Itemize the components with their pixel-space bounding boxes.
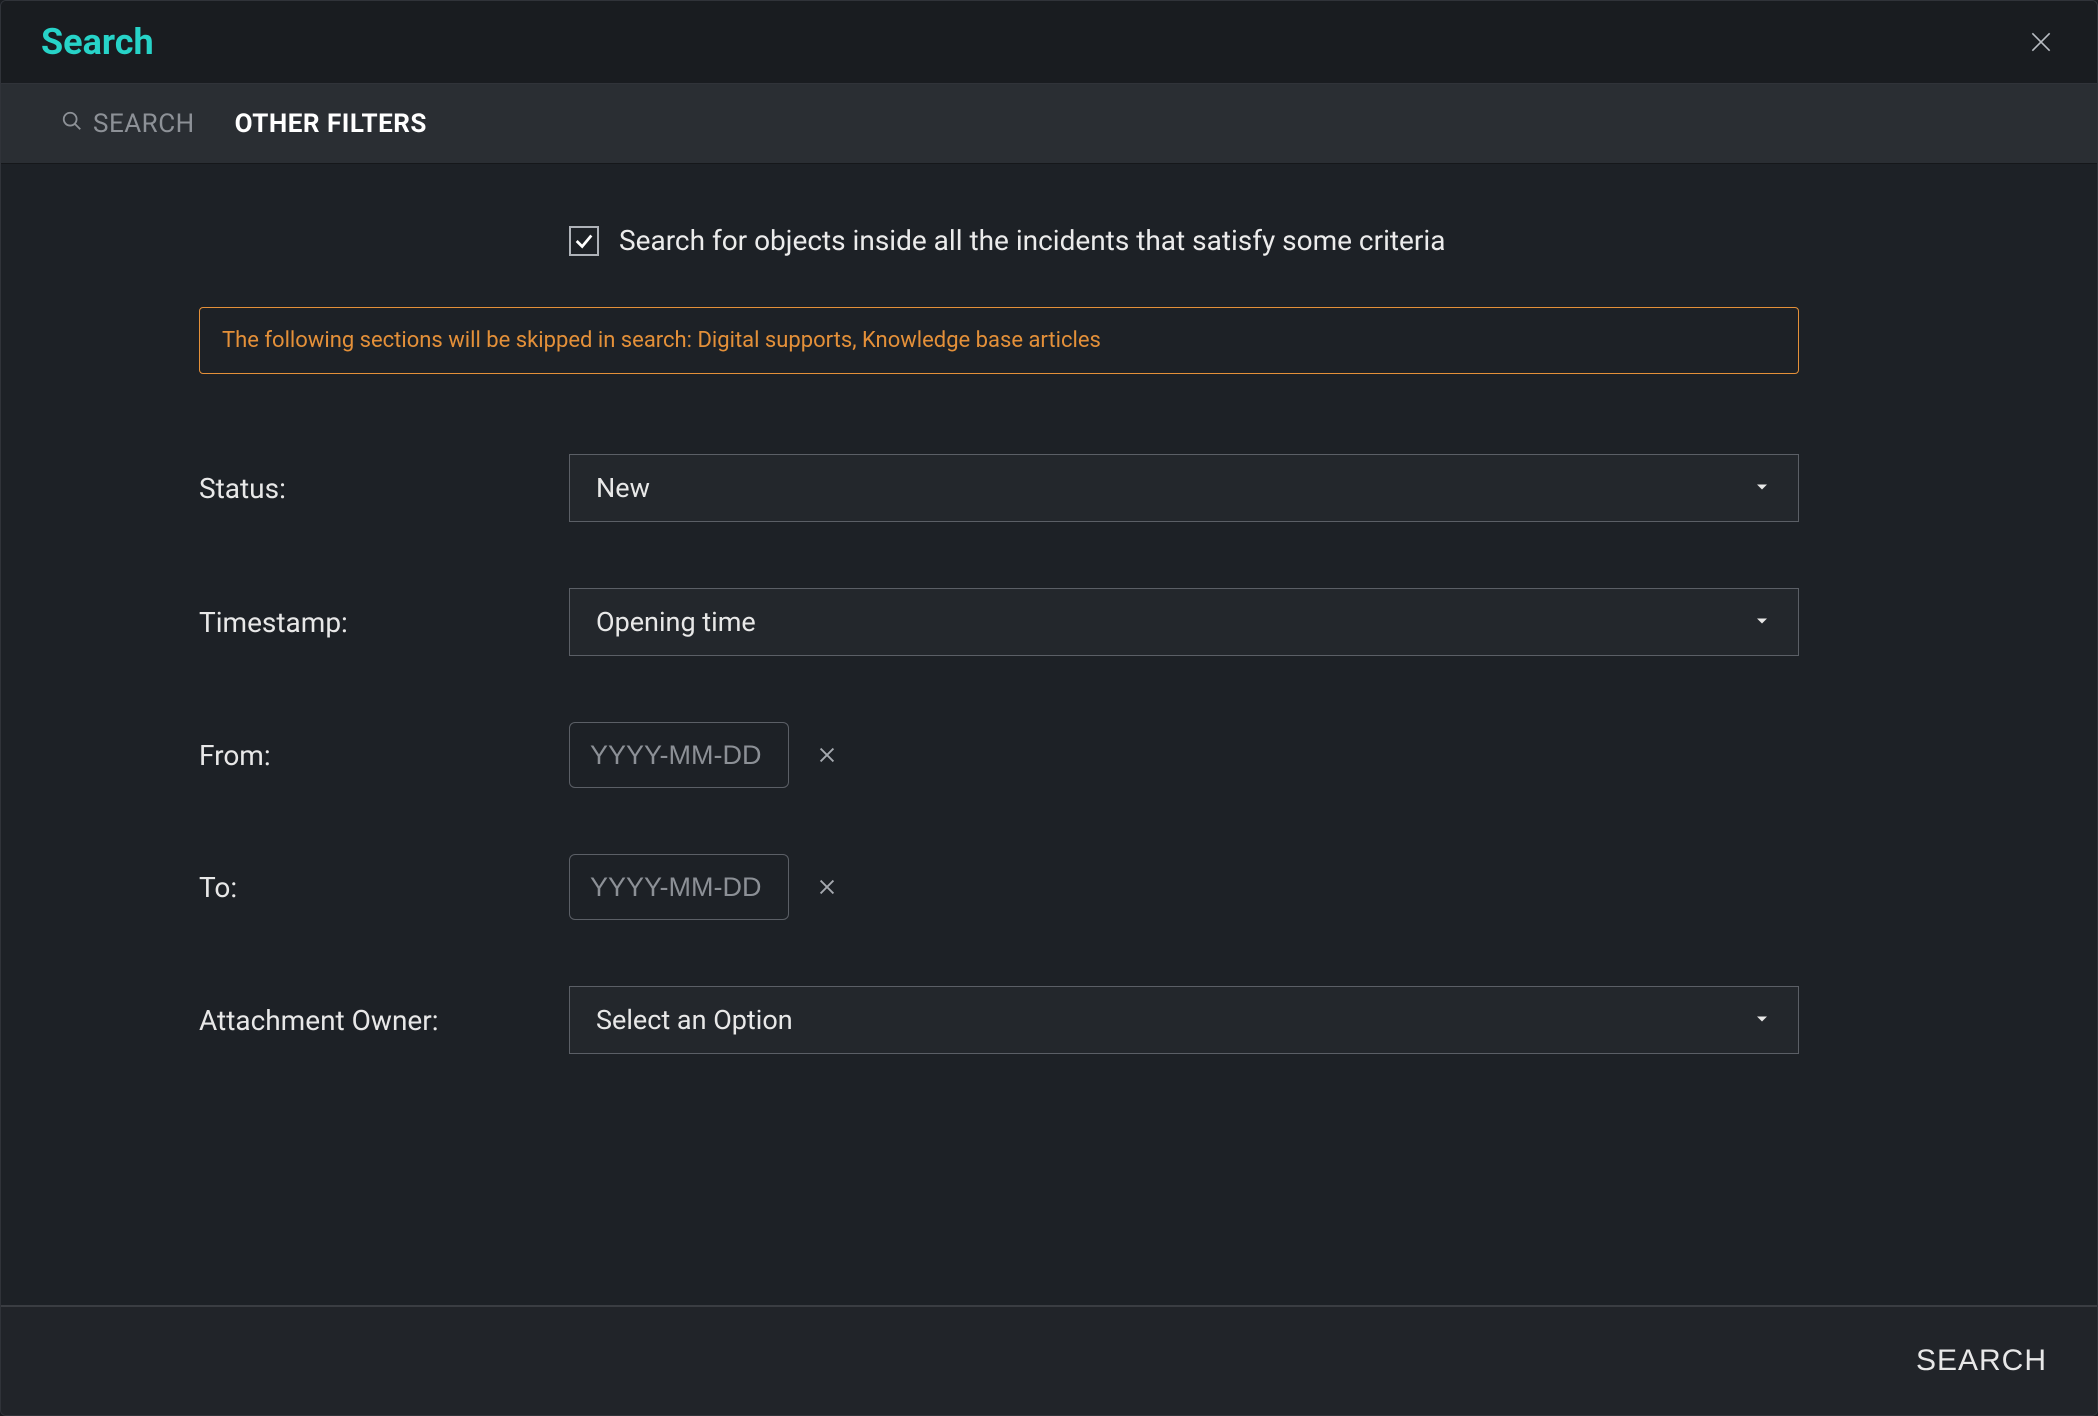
status-row: Status: New bbox=[199, 454, 1899, 522]
tab-search[interactable]: SEARCH bbox=[61, 109, 195, 139]
timestamp-label: Timestamp: bbox=[199, 606, 569, 639]
close-icon bbox=[816, 744, 838, 766]
chevron-down-icon bbox=[1752, 472, 1772, 504]
search-inside-incidents-checkbox[interactable] bbox=[569, 226, 599, 256]
dialog-content: Search for objects inside all the incide… bbox=[1, 164, 2097, 1305]
timestamp-select[interactable]: Opening time bbox=[569, 588, 1799, 656]
close-icon bbox=[816, 876, 838, 898]
from-label: From: bbox=[199, 739, 569, 772]
search-icon bbox=[61, 109, 83, 139]
search-inside-incidents-label: Search for objects inside all the incide… bbox=[619, 224, 1445, 257]
to-row: To: bbox=[199, 854, 1899, 920]
tab-search-label: SEARCH bbox=[93, 109, 195, 139]
tab-other-filters[interactable]: OTHER FILTERS bbox=[235, 109, 427, 139]
to-date-input[interactable] bbox=[569, 854, 789, 920]
to-clear-button[interactable] bbox=[815, 875, 839, 899]
timestamp-row: Timestamp: Opening time bbox=[199, 588, 1899, 656]
attachment-owner-select[interactable]: Select an Option bbox=[569, 986, 1799, 1054]
search-inside-incidents-row: Search for objects inside all the incide… bbox=[569, 224, 1899, 257]
chevron-down-icon bbox=[1752, 1004, 1772, 1036]
attachment-owner-label: Attachment Owner: bbox=[199, 1004, 569, 1037]
dialog-header: Search bbox=[1, 1, 2097, 84]
chevron-down-icon bbox=[1752, 606, 1772, 638]
attachment-owner-value: Select an Option bbox=[596, 1004, 793, 1036]
attachment-owner-row: Attachment Owner: Select an Option bbox=[199, 986, 1899, 1054]
dialog-footer: SEARCH bbox=[1, 1305, 2097, 1415]
from-clear-button[interactable] bbox=[815, 743, 839, 767]
status-select[interactable]: New bbox=[569, 454, 1799, 522]
to-label: To: bbox=[199, 871, 569, 904]
search-button[interactable]: SEARCH bbox=[1916, 1344, 2047, 1378]
checkmark-icon bbox=[573, 230, 595, 252]
status-value: New bbox=[596, 472, 650, 504]
skipped-sections-warning: The following sections will be skipped i… bbox=[199, 307, 1799, 374]
close-button[interactable] bbox=[2025, 26, 2057, 58]
from-row: From: bbox=[199, 722, 1899, 788]
dialog-title: Search bbox=[41, 21, 154, 63]
from-date-input[interactable] bbox=[569, 722, 789, 788]
tab-bar: SEARCH OTHER FILTERS bbox=[1, 84, 2097, 164]
status-label: Status: bbox=[199, 472, 569, 505]
timestamp-value: Opening time bbox=[596, 606, 756, 638]
search-dialog: Search SEARCH OTHER FILTERS Search for o… bbox=[0, 0, 2098, 1416]
close-icon bbox=[2028, 29, 2054, 55]
tab-other-filters-label: OTHER FILTERS bbox=[235, 109, 427, 139]
